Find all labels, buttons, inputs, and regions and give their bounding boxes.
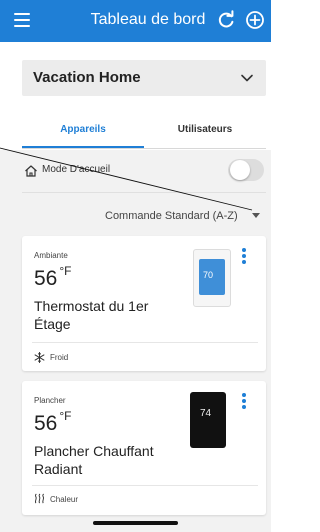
device-mode: Chaleur xyxy=(50,495,79,504)
thermostat-image: 74 xyxy=(190,392,226,448)
tab-devices[interactable]: Appareils xyxy=(22,124,144,148)
thermostat-display-value: 70 xyxy=(203,270,214,280)
device-mode: Froid xyxy=(50,353,69,362)
device-name: Plancher Chauffant Radiant xyxy=(34,443,154,477)
snowflake-icon xyxy=(34,352,45,363)
home-icon xyxy=(25,165,37,177)
device-temperature: 56 °F xyxy=(34,264,72,290)
caret-down-icon[interactable] xyxy=(252,213,260,219)
location-label: Vacation Home xyxy=(33,69,141,86)
page-title: Tableau de bord xyxy=(90,11,206,28)
device-type: Plancher xyxy=(34,396,66,405)
chevron-down-icon xyxy=(241,74,253,82)
home-indicator xyxy=(93,521,178,525)
menu-icon[interactable] xyxy=(14,13,30,27)
device-temperature: 56 °F xyxy=(34,409,72,435)
home-mode-toggle[interactable] xyxy=(228,159,264,181)
refresh-icon[interactable] xyxy=(215,9,237,31)
tab-users[interactable]: Utilisateurs xyxy=(144,124,266,148)
thermostat-image: 70 xyxy=(193,249,231,307)
top-app-bar: Tableau de bord xyxy=(0,0,271,42)
toggle-knob xyxy=(230,160,250,180)
tab-divider xyxy=(22,148,266,149)
divider xyxy=(22,192,266,193)
temperature-unit: °F xyxy=(59,409,72,423)
home-mode-label: Mode D'accueil xyxy=(42,164,111,175)
device-card-thermostat[interactable]: Ambiante 56 °F Thermostat du 1er Étage 70… xyxy=(22,236,266,371)
thermostat-display-value: 74 xyxy=(200,408,212,419)
more-options-icon[interactable] xyxy=(242,393,248,411)
more-options-icon[interactable] xyxy=(242,248,248,266)
card-divider xyxy=(32,342,258,343)
sort-order-dropdown[interactable]: Commande Standard (A-Z) xyxy=(105,210,238,222)
temperature-unit: °F xyxy=(59,264,72,278)
device-card-floor-heating[interactable]: Plancher 56 °F Plancher Chauffant Radiant… xyxy=(22,381,266,515)
thermostat-screen: 70 xyxy=(199,259,225,295)
card-divider xyxy=(32,485,258,486)
add-icon[interactable] xyxy=(245,10,265,30)
device-name: Thermostat du 1er Étage xyxy=(34,298,149,332)
app-screen: Tableau de bord Vacation Home Appareils … xyxy=(0,0,271,532)
heat-waves-icon xyxy=(34,493,45,504)
location-dropdown[interactable]: Vacation Home xyxy=(22,60,266,96)
device-type: Ambiante xyxy=(34,251,68,260)
